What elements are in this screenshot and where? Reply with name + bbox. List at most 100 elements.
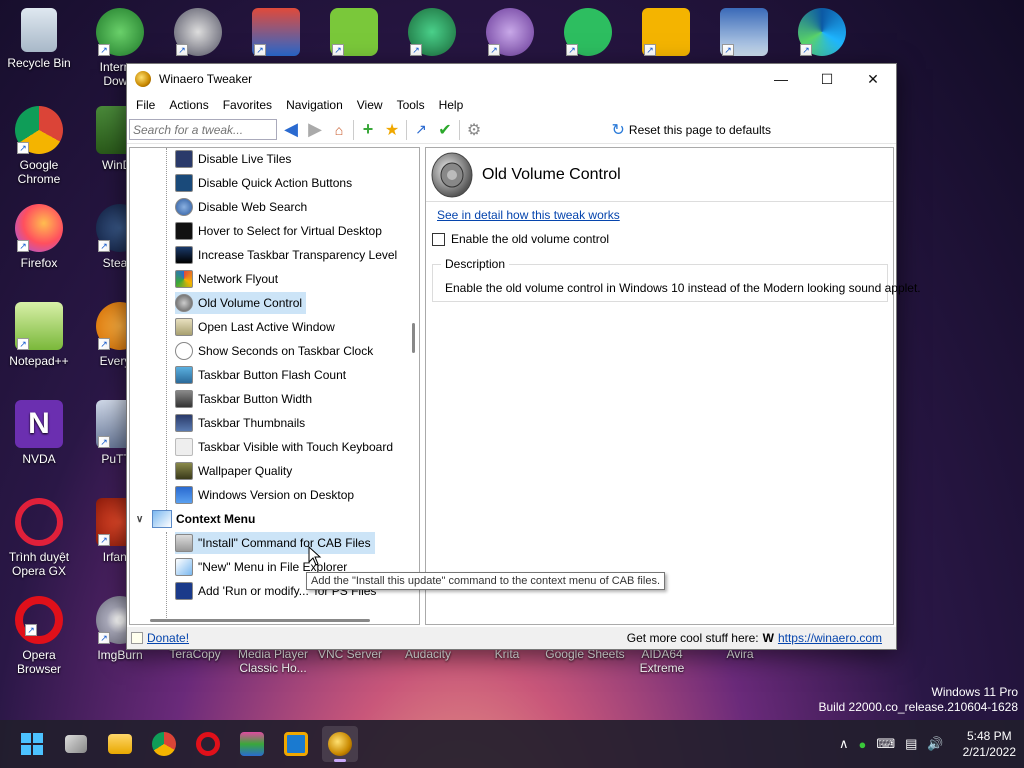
tree-item[interactable]: Taskbar Button Width	[175, 388, 316, 410]
add-favorite-icon[interactable]: +	[358, 119, 378, 140]
tree-item[interactable]: Increase Taskbar Transparency Level	[175, 244, 401, 266]
chevron-down-icon[interactable]: ∨	[136, 514, 152, 525]
desktop-icon-chrome[interactable]: ↗ Google Chrome	[1, 106, 77, 186]
enable-old-volume-checkbox[interactable]: Enable the old volume control	[432, 232, 609, 246]
desktop-icon-top[interactable]: ↗	[472, 8, 548, 60]
desktop-icon-opera-gx[interactable]: Trình duyệt Opera GX	[1, 498, 77, 578]
reset-page-button[interactable]: ↻ Reset this page to defaults	[612, 120, 772, 140]
tweak-icon	[175, 414, 193, 432]
edge-icon: ↗	[798, 8, 846, 56]
shortcut-icon[interactable]: ↗	[411, 120, 431, 140]
detail-pane: Old Volume Control See in detail how thi…	[425, 147, 921, 625]
menu-view[interactable]: View	[350, 94, 390, 116]
desktop-icon-firefox[interactable]: ↗ Firefox	[1, 204, 77, 270]
title-bar[interactable]: Winaero Tweaker — ☐ ✕	[127, 64, 896, 94]
forward-icon[interactable]: ▶	[305, 119, 325, 140]
watermark-edition: Windows 11 Pro	[931, 685, 1018, 699]
tree-item[interactable]: Open Last Active Window	[175, 316, 339, 338]
desktop-icon-label: Google Chrome	[17, 158, 61, 186]
desktop-icon-top[interactable]: ↗	[160, 8, 236, 60]
window-title: Winaero Tweaker	[159, 72, 253, 86]
taskbar-clock[interactable]: 5:48 PM 2/21/2022	[963, 728, 1016, 760]
tree-item-hover[interactable]: "Install" Command for CAB Files	[175, 532, 375, 554]
favorites-star-icon[interactable]: ★	[382, 120, 402, 140]
tree-item-selected[interactable]: Old Volume Control	[175, 292, 307, 314]
menu-tools[interactable]: Tools	[390, 94, 432, 116]
desktop-icon-recycle-bin[interactable]: Recycle Bin	[1, 8, 77, 70]
menu-favorites[interactable]: Favorites	[216, 94, 279, 116]
tree-item[interactable]: Windows Version on Desktop	[175, 484, 358, 506]
home-icon[interactable]: ⌂	[329, 120, 349, 140]
chevron-up-icon[interactable]: ∧	[839, 736, 849, 752]
tray-app-icon[interactable]: ●	[859, 737, 867, 752]
start-button[interactable]	[14, 726, 50, 762]
search-input[interactable]	[129, 119, 277, 140]
tweak-icon	[175, 198, 193, 216]
desktop-icon-notepadpp[interactable]: ↗ Notepad++	[1, 302, 77, 368]
opera-icon: ↗	[15, 596, 63, 644]
desktop-icon-top[interactable]: ↗	[316, 8, 392, 60]
tree-item-label: Disable Quick Action Buttons	[198, 176, 353, 190]
taskbar-file-explorer[interactable]	[102, 726, 138, 762]
tree-item[interactable]: Network Flyout	[175, 268, 282, 290]
evernote-icon: ↗	[564, 8, 612, 56]
desktop-icon-top[interactable]: ↗	[628, 8, 704, 60]
winaero-logo-icon: W	[762, 631, 774, 645]
menu-actions[interactable]: Actions	[162, 94, 215, 116]
tree-item[interactable]: Taskbar Thumbnails	[175, 412, 309, 434]
volume-icon[interactable]: 🔊	[927, 736, 943, 752]
donate-link[interactable]: Donate!	[147, 631, 189, 645]
desktop-icon-label: ImgBurn	[97, 648, 143, 662]
taskbar-winrar[interactable]	[234, 726, 270, 762]
watermark-build: Build 22000.co_release.210604-1628	[818, 700, 1019, 714]
tweak-details-link[interactable]: See in detail how this tweak works	[437, 208, 620, 222]
desktop-icon-opera[interactable]: ↗ Opera Browser	[1, 596, 77, 676]
maximize-button[interactable]: ☐	[804, 64, 850, 94]
desktop-icon-nvda[interactable]: N NVDA	[1, 400, 77, 466]
network-icon[interactable]: ▤	[905, 736, 917, 752]
menu-file[interactable]: File	[129, 94, 162, 116]
desktop-icon-label[interactable]: Media Player Classic Ho...	[233, 647, 313, 675]
apply-check-icon[interactable]: ✔	[435, 120, 455, 140]
tree-line	[166, 148, 167, 518]
tree-item[interactable]: Disable Web Search	[175, 196, 311, 218]
tree-item[interactable]: Taskbar Button Flash Count	[175, 364, 350, 386]
tree-item-label: Disable Web Search	[198, 200, 308, 214]
tree-item[interactable]: Taskbar Visible with Touch Keyboard	[175, 436, 397, 458]
menu-help[interactable]: Help	[432, 94, 471, 116]
tree-group-context-menu[interactable]: ∨ Context Menu	[136, 508, 255, 530]
minimize-button[interactable]: —	[758, 64, 804, 94]
taskbar-app[interactable]	[278, 726, 314, 762]
tweak-icon	[175, 222, 193, 240]
desktop-icon-top[interactable]: ↗	[706, 8, 782, 60]
menu-navigation[interactable]: Navigation	[279, 94, 350, 116]
desktop-icon-top[interactable]: ↗	[784, 8, 860, 60]
task-view-button[interactable]	[58, 726, 94, 762]
tweak-icon	[175, 390, 193, 408]
powershell-icon	[175, 582, 193, 600]
desktop-icon-label[interactable]: AIDA64 Extreme	[622, 647, 702, 675]
tree-item-label: Taskbar Button Width	[198, 392, 313, 406]
tree-item[interactable]: Disable Quick Action Buttons	[175, 172, 356, 194]
tree-item-label: Windows Version on Desktop	[198, 488, 355, 502]
desktop-icon-top[interactable]: ↗	[238, 8, 314, 60]
taskbar-winaero[interactable]	[322, 726, 358, 762]
keyboard-icon[interactable]: ⌨	[876, 736, 895, 752]
tree-item[interactable]: Disable Live Tiles	[175, 148, 295, 170]
tree-item[interactable]: Show Seconds on Taskbar Clock	[175, 340, 377, 362]
close-button[interactable]: ✕	[850, 64, 896, 94]
windows-logo-icon	[21, 733, 43, 755]
back-icon[interactable]: ◀	[281, 119, 301, 140]
checkbox-box[interactable]	[432, 232, 445, 246]
taskbar-chrome[interactable]	[146, 726, 182, 762]
settings-gear-icon[interactable]: ⚙	[464, 120, 484, 140]
winaero-site-link[interactable]: https://winaero.com	[778, 631, 882, 645]
tree-item[interactable]: Hover to Select for Virtual Desktop	[175, 220, 386, 242]
google-slides-icon: ↗	[642, 8, 690, 56]
tree-horizontal-scrollbar[interactable]	[150, 619, 370, 622]
tree-item[interactable]: Wallpaper Quality	[175, 460, 296, 482]
tree-vertical-scrollbar[interactable]	[412, 323, 415, 353]
desktop-icon-top[interactable]: ↗	[394, 8, 470, 60]
desktop-icon-top[interactable]: ↗	[550, 8, 626, 60]
taskbar-opera[interactable]	[190, 726, 226, 762]
